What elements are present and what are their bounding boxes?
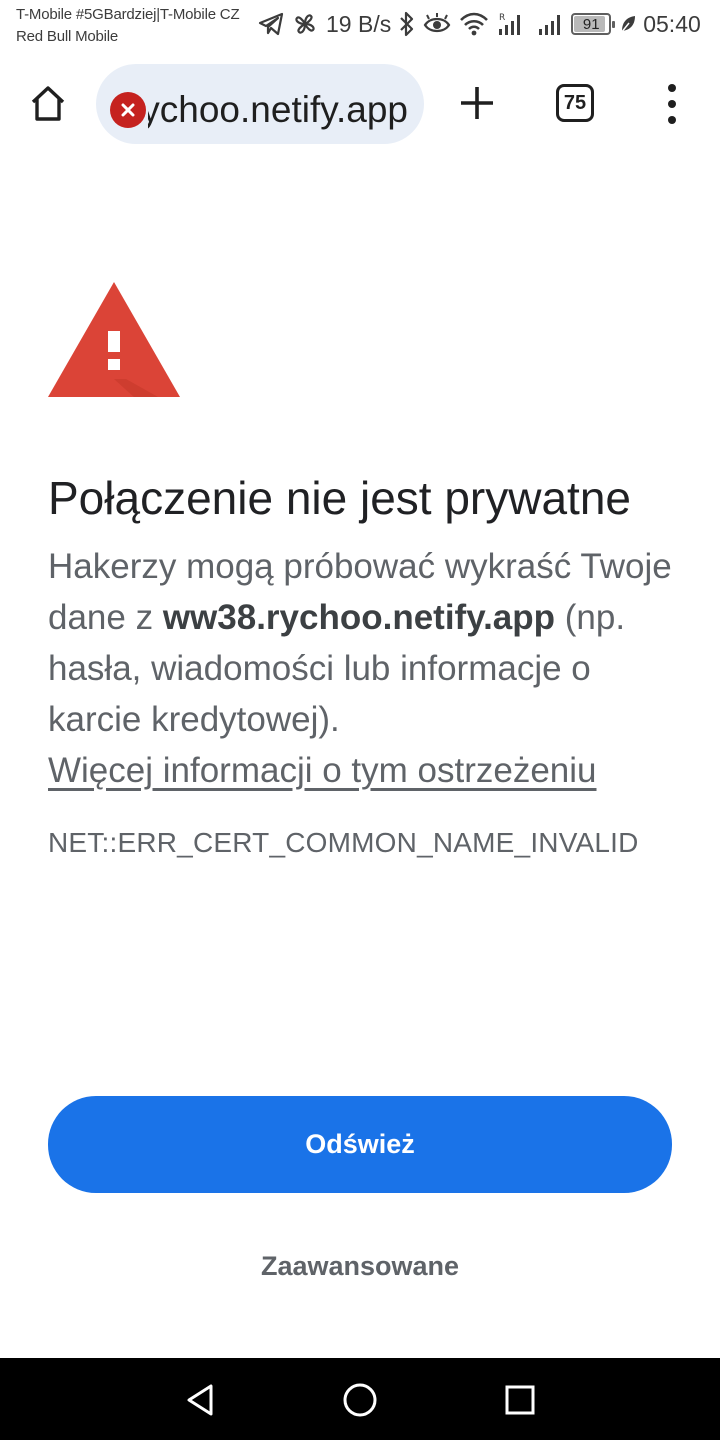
telegram-icon [258,12,284,36]
signal-roaming-icon: R [497,11,523,37]
advanced-button[interactable]: Zaawansowane [160,1236,560,1296]
menu-dot [668,100,676,108]
clock: 05:40 [643,10,701,37]
url-text[interactable]: ww38.rychoo.netify.app [148,86,408,134]
signal-icon [537,11,563,37]
battery-icon: 91 [571,13,616,35]
network-speed: 19 B/s [326,10,392,37]
carrier-line-2: Red Bull Mobile [16,28,119,45]
recents-square-icon [505,1385,535,1415]
status-icons: 19 B/s R 91 05:40 [258,8,701,40]
learn-more-link[interactable]: Więcej informacji o tym ostrzeżeniu [48,751,597,790]
warning-triangle-icon [48,282,180,397]
new-tab-button[interactable] [452,78,502,128]
browser-toolbar: ww38.rychoo.netify.app 75 [0,58,720,150]
eye-comfort-icon [423,13,451,35]
bluetooth-icon [399,11,415,37]
system-nav-bar [0,1358,720,1440]
home-icon [31,86,65,121]
fan-icon [292,11,318,37]
reload-button[interactable]: Odśwież [48,1096,672,1193]
status-bar: T-Mobile #5GBardziej|T-Mobile CZ Red Bul… [0,0,720,52]
menu-dot [668,116,676,124]
carrier-info: T-Mobile #5GBardziej|T-Mobile CZ Red Bul… [16,4,240,48]
warning-domain: ww38.rychoo.netify.app [162,598,556,637]
leaf-icon [619,14,637,34]
wifi-icon [459,12,489,36]
back-triangle-icon [187,1384,213,1416]
address-bar[interactable]: ww38.rychoo.netify.app [96,64,424,144]
battery-level: 91 [582,15,600,33]
svg-text:R: R [499,13,505,23]
more-vert-icon[interactable] [652,76,692,132]
recents-button[interactable] [496,1376,544,1424]
nav-home-button[interactable] [336,1376,384,1424]
home-circle-icon [343,1383,377,1417]
plus-icon [461,87,493,119]
tab-count: 75 [563,91,587,114]
page-title: Połączenie nie jest prywatne [48,472,631,524]
not-secure-icon[interactable] [110,92,146,128]
warning-explanation: Hakerzy mogą próbować wykraść Twoje dane… [48,541,688,796]
carrier-line-1: T-Mobile #5GBardziej|T-Mobile CZ [16,6,240,23]
error-code: NET::ERR_CERT_COMMON_NAME_INVALID [48,827,639,858]
back-button[interactable] [176,1376,224,1424]
menu-dot [668,84,676,92]
home-button[interactable] [22,78,74,130]
tab-switcher-button[interactable]: 75 [556,84,594,122]
